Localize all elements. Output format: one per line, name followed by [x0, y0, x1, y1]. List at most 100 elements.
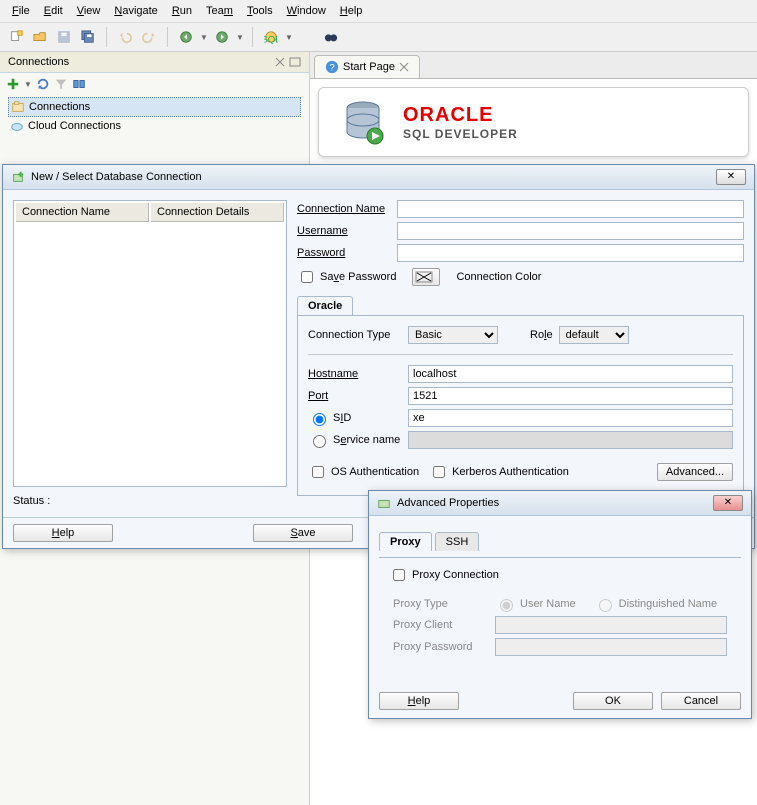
input-proxy-password — [495, 638, 727, 656]
tab-start-page[interactable]: ? Start Page — [314, 55, 420, 78]
lbl-port: Port — [308, 390, 402, 402]
menu-window[interactable]: Window — [281, 3, 332, 19]
back-dropdown-icon[interactable]: ▼ — [200, 33, 208, 42]
tab-start-label: Start Page — [343, 61, 395, 73]
advanced-icon — [377, 496, 391, 510]
save-all-icon[interactable] — [78, 27, 98, 47]
back-icon[interactable] — [176, 27, 196, 47]
btn-save[interactable]: Save — [253, 524, 353, 542]
lbl-username: Username — [297, 225, 391, 237]
svg-text:?: ? — [329, 63, 334, 74]
btn-adv-ok[interactable]: OK — [573, 692, 653, 710]
tree-connections[interactable]: Connections — [8, 97, 301, 117]
radio-service-name[interactable] — [313, 435, 326, 448]
menu-navigate[interactable]: Navigate — [108, 3, 163, 19]
lbl-user-name-radio: User Name — [520, 598, 576, 610]
chk-save-password[interactable] — [301, 271, 313, 283]
svg-text:SQL: SQL — [264, 34, 278, 44]
chk-proxy-connection[interactable] — [393, 569, 405, 581]
lbl-password: Password — [297, 247, 391, 259]
add-connection-icon[interactable] — [6, 77, 20, 91]
menu-tools[interactable]: Tools — [241, 3, 279, 19]
menu-team[interactable]: Team — [200, 3, 239, 19]
tab-proxy[interactable]: Proxy — [379, 532, 432, 551]
connections-toolbar: ▼ — [0, 73, 309, 95]
input-hostname[interactable] — [408, 365, 733, 383]
tab-ssh[interactable]: SSH — [435, 532, 480, 551]
editor-tabs: ? Start Page — [310, 52, 757, 79]
lbl-hostname: Hostname — [308, 368, 402, 380]
connections-table: Connection Name Connection Details — [13, 200, 287, 487]
input-connection-name[interactable] — [397, 200, 744, 218]
filter-icon[interactable] — [54, 77, 68, 91]
lbl-os-auth: OS Authentication — [331, 466, 419, 478]
open-icon[interactable] — [30, 27, 50, 47]
input-port[interactable] — [408, 387, 733, 405]
select-role[interactable]: default — [559, 326, 629, 344]
new-icon[interactable] — [6, 27, 26, 47]
tns-icon[interactable] — [72, 77, 86, 91]
select-connection-type[interactable]: Basic — [408, 326, 498, 344]
btn-adv-cancel[interactable]: Cancel — [661, 692, 741, 710]
chk-kerberos[interactable] — [433, 466, 445, 478]
oracle-brand: ORACLE — [403, 104, 518, 127]
btn-adv-help[interactable]: Help — [379, 692, 459, 710]
advanced-dialog-title: Advanced Properties ✕ — [369, 491, 751, 516]
pane-close-icon[interactable] — [275, 57, 285, 67]
sql-icon[interactable]: SQL — [261, 27, 281, 47]
cloud-icon — [10, 119, 24, 133]
menu-edit[interactable]: Edit — [38, 3, 69, 19]
sql-dropdown-icon[interactable]: ▼ — [285, 33, 293, 42]
input-sid[interactable] — [408, 409, 733, 427]
refresh-icon[interactable] — [36, 77, 50, 91]
btn-advanced[interactable]: Advanced... — [657, 463, 733, 481]
lbl-sid: SID — [333, 412, 351, 424]
connections-tree: Connections Cloud Connections — [0, 95, 309, 137]
database-icon — [339, 98, 387, 146]
advanced-dialog: Advanced Properties ✕ Proxy SSH Proxy Co… — [368, 490, 752, 719]
undo-icon[interactable] — [115, 27, 135, 47]
menu-view[interactable]: View — [71, 3, 107, 19]
advanced-dialog-buttons: Help OK Cancel — [369, 686, 751, 718]
input-proxy-client — [495, 616, 727, 634]
redo-icon[interactable] — [139, 27, 159, 47]
menu-run[interactable]: Run — [166, 3, 198, 19]
connections-header: Connections — [0, 52, 309, 73]
tab-oracle[interactable]: Oracle — [297, 296, 353, 315]
btn-connection-color[interactable] — [412, 268, 440, 286]
tree-cloud-connections[interactable]: Cloud Connections — [8, 117, 301, 135]
folder-connections-icon — [11, 100, 25, 114]
connection-dialog-title: New / Select Database Connection ✕ — [3, 165, 754, 190]
save-icon[interactable] — [54, 27, 74, 47]
lbl-connection-name: Connection Name — [297, 203, 391, 215]
menu-help[interactable]: Help — [334, 3, 369, 19]
input-username[interactable] — [397, 222, 744, 240]
radio-sid[interactable] — [313, 413, 326, 426]
connections-table-body — [16, 224, 149, 484]
connection-dialog-close[interactable]: ✕ — [716, 169, 746, 185]
pane-restore-icon[interactable] — [289, 57, 301, 67]
start-page-logo: ORACLE SQL DEVELOPER — [318, 87, 749, 157]
connections-title: Connections — [8, 56, 69, 68]
input-service-name — [408, 431, 733, 449]
col-connection-details[interactable]: Connection Details — [151, 203, 284, 222]
advanced-dialog-close[interactable]: ✕ — [713, 495, 743, 511]
lbl-distinguished-name: Distinguished Name — [619, 598, 717, 610]
tab-close-icon[interactable] — [399, 62, 409, 72]
forward-dropdown-icon[interactable]: ▼ — [236, 33, 244, 42]
lbl-connection-color: Connection Color — [456, 271, 541, 283]
status-label: Status : — [13, 495, 287, 507]
lbl-kerberos: Kerberos Authentication — [452, 466, 569, 478]
btn-help[interactable]: Help — [13, 524, 113, 542]
advanced-dialog-title-text: Advanced Properties — [397, 497, 499, 509]
add-dropdown-icon[interactable]: ▼ — [24, 80, 32, 89]
lbl-proxy-connection: Proxy Connection — [412, 569, 499, 581]
binoculars-icon[interactable] — [321, 27, 341, 47]
menu-file[interactable]: File — [6, 3, 36, 19]
forward-icon[interactable] — [212, 27, 232, 47]
chk-os-auth[interactable] — [312, 466, 324, 478]
input-password[interactable] — [397, 244, 744, 262]
col-connection-name[interactable]: Connection Name — [16, 203, 149, 222]
menu-bar: File Edit View Navigate Run Team Tools W… — [0, 0, 757, 23]
product-name: SQL DEVELOPER — [403, 127, 518, 141]
